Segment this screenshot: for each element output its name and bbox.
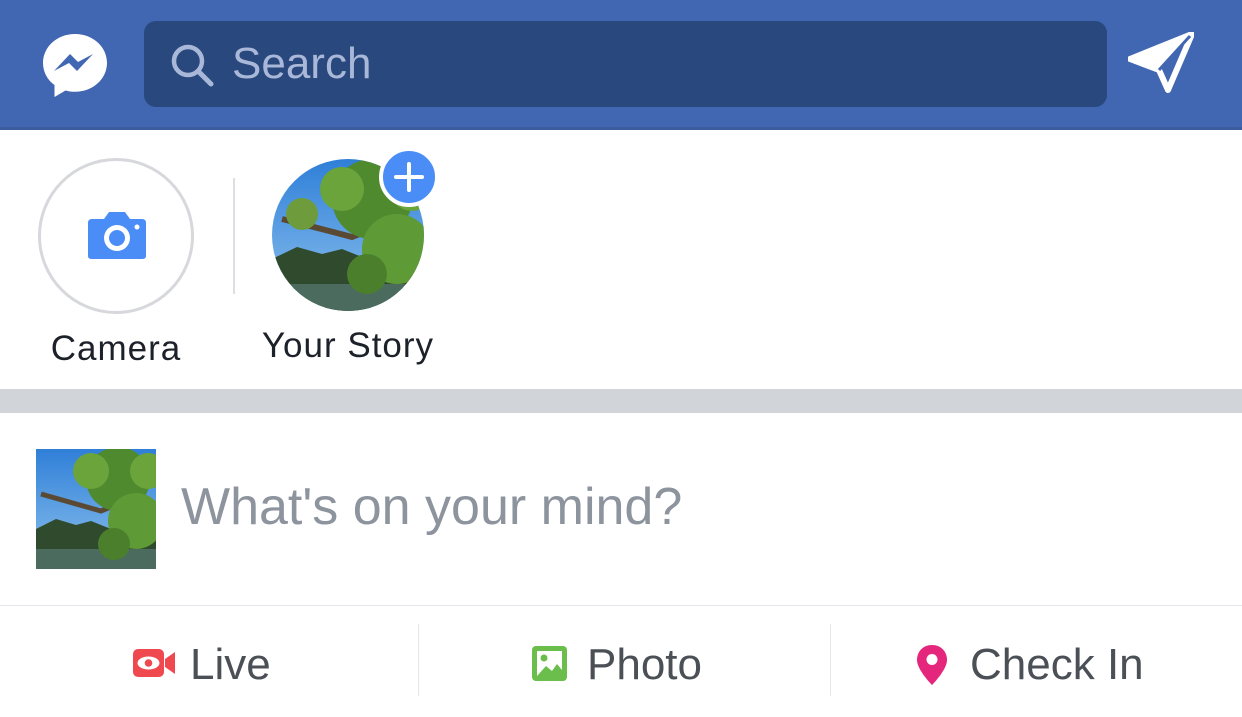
camera-story-label: Camera (50, 329, 182, 368)
plus-icon (394, 162, 424, 192)
photo-icon (532, 646, 567, 681)
stories-tray: Camera Your Story (0, 133, 1242, 389)
section-separator (0, 389, 1242, 413)
check-in-label: Check In (970, 640, 1144, 689)
profile-avatar[interactable] (36, 449, 156, 569)
live-label: Live (190, 640, 271, 689)
your-story-label: Your Story (261, 326, 435, 365)
camera-icon (88, 212, 146, 259)
search-icon (171, 44, 214, 87)
status-composer[interactable]: What's on your mind? (0, 413, 1242, 605)
send-button[interactable] (1127, 31, 1195, 94)
paper-plane-icon (1127, 31, 1195, 93)
composer-prompt[interactable]: What's on your mind? (181, 477, 682, 537)
live-button[interactable]: Live (0, 606, 418, 717)
messenger-icon (43, 34, 107, 97)
photo-button[interactable]: Photo (419, 606, 830, 717)
search-input[interactable] (232, 21, 1092, 107)
check-in-button[interactable]: Check In (831, 606, 1242, 717)
live-video-icon (133, 649, 175, 677)
camera-story-button[interactable] (38, 158, 194, 314)
search-bar[interactable] (144, 21, 1107, 107)
add-story-button[interactable] (379, 147, 439, 207)
story-divider (233, 178, 235, 294)
photo-label: Photo (587, 640, 702, 689)
location-pin-icon (917, 645, 947, 685)
top-bar (0, 0, 1242, 130)
your-story-button[interactable] (272, 147, 439, 311)
messenger-button[interactable] (40, 30, 110, 100)
composer-actions: Live Photo Check In (0, 606, 1242, 717)
